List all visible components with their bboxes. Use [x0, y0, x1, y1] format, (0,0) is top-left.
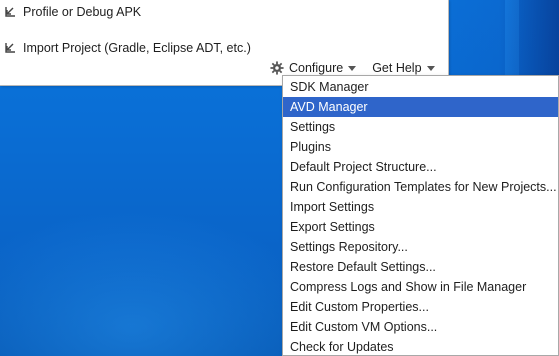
- menu-item-settings[interactable]: Settings: [283, 117, 558, 137]
- menu-item-edit-custom-vm-options[interactable]: Edit Custom VM Options...: [283, 317, 558, 337]
- action-label: Profile or Debug APK: [23, 5, 142, 19]
- get-help-button[interactable]: Get Help: [372, 61, 435, 75]
- import-project-action[interactable]: Import Project (Gradle, Eclipse ADT, etc…: [4, 39, 251, 57]
- menu-item-sdk-manager[interactable]: SDK Manager: [283, 77, 558, 97]
- chevron-down-icon: [426, 66, 435, 71]
- menu-item-export-settings[interactable]: Export Settings: [283, 217, 558, 237]
- action-label: Import Project (Gradle, Eclipse ADT, etc…: [23, 41, 251, 55]
- gear-icon: [270, 61, 284, 75]
- menu-item-import-settings[interactable]: Import Settings: [283, 197, 558, 217]
- import-arrow-icon: [5, 7, 15, 17]
- menu-item-run-configuration-templates[interactable]: Run Configuration Templates for New Proj…: [283, 177, 558, 197]
- import-arrow-icon: [5, 43, 15, 53]
- menu-item-restore-default-settings[interactable]: Restore Default Settings...: [283, 257, 558, 277]
- menu-item-avd-manager[interactable]: AVD Manager: [283, 97, 558, 117]
- menu-item-compress-logs[interactable]: Compress Logs and Show in File Manager: [283, 277, 558, 297]
- menu-item-check-for-updates[interactable]: Check for Updates: [283, 337, 558, 356]
- menu-item-default-project-structure[interactable]: Default Project Structure...: [283, 157, 558, 177]
- welcome-window: Profile or Debug APK Import Project (Gra…: [0, 0, 449, 86]
- configure-dropdown-menu: SDK Manager AVD Manager Settings Plugins…: [282, 75, 559, 356]
- configure-button[interactable]: Configure: [270, 61, 357, 75]
- configure-label: Configure: [289, 61, 344, 75]
- wallpaper-glow: [0, 210, 330, 356]
- menu-item-settings-repository[interactable]: Settings Repository...: [283, 237, 558, 257]
- chevron-down-icon: [348, 66, 357, 71]
- menu-item-edit-custom-properties[interactable]: Edit Custom Properties...: [283, 297, 558, 317]
- profile-debug-apk-action[interactable]: Profile or Debug APK: [4, 3, 141, 21]
- get-help-label: Get Help: [372, 61, 422, 75]
- menu-item-plugins[interactable]: Plugins: [283, 137, 558, 157]
